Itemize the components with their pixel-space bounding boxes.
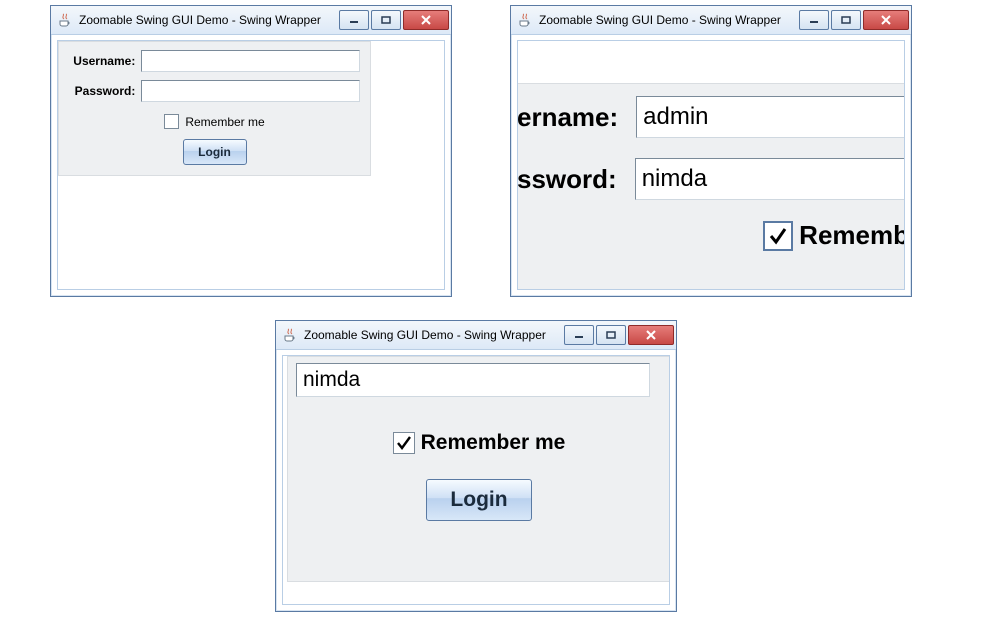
titlebar: Zoomable Swing GUI Demo - Swing Wrapper	[511, 6, 911, 35]
java-icon	[57, 12, 73, 28]
java-icon	[517, 12, 533, 28]
swing-window-2: Zoomable Swing GUI Demo - Swing Wrapper …	[510, 5, 912, 297]
password-field[interactable]	[296, 363, 650, 397]
minimize-button[interactable]	[564, 325, 594, 345]
remember-checkbox[interactable]: Remember me	[393, 431, 566, 455]
minimize-button[interactable]	[339, 10, 369, 30]
maximize-button[interactable]	[831, 10, 861, 30]
password-field[interactable]	[635, 158, 905, 200]
titlebar: Zoomable Swing GUI Demo - Swing Wrapper	[51, 6, 451, 35]
remember-label-clipped: Rememb	[799, 220, 905, 251]
username-field[interactable]	[636, 96, 905, 138]
login-button-label: Login	[450, 488, 507, 512]
window-buttons	[799, 10, 909, 30]
login-form-zoomed: ername: ssword: Rememb	[517, 83, 905, 290]
java-icon	[282, 327, 298, 343]
remember-checkbox[interactable]: Remember me	[164, 114, 264, 129]
remember-label: Remember me	[421, 431, 566, 455]
checkbox-icon	[393, 432, 415, 454]
client-area: Username: Password: Remember me Login	[57, 40, 445, 290]
login-button[interactable]: Login	[426, 479, 532, 521]
close-button[interactable]	[863, 10, 909, 30]
maximize-button[interactable]	[596, 325, 626, 345]
checkbox-icon	[763, 221, 793, 251]
username-label-clipped: ername:	[517, 102, 618, 133]
minimize-button[interactable]	[799, 10, 829, 30]
window-title: Zoomable Swing GUI Demo - Swing Wrapper	[79, 13, 321, 27]
password-field[interactable]	[141, 80, 360, 102]
password-label: Password:	[69, 84, 135, 98]
close-button[interactable]	[403, 10, 449, 30]
password-label-clipped: ssword:	[517, 164, 617, 195]
window-buttons	[339, 10, 449, 30]
close-button[interactable]	[628, 325, 674, 345]
login-button[interactable]: Login	[183, 139, 247, 165]
login-button-label: Login	[198, 145, 231, 159]
window-buttons	[564, 325, 674, 345]
username-label: Username:	[69, 54, 135, 68]
login-form: Username: Password: Remember me Login	[58, 41, 371, 176]
remember-checkbox[interactable]: Rememb	[763, 220, 905, 251]
remember-label: Remember me	[185, 115, 264, 129]
swing-window-1: Zoomable Swing GUI Demo - Swing Wrapper …	[50, 5, 452, 297]
titlebar: Zoomable Swing GUI Demo - Swing Wrapper	[276, 321, 676, 350]
client-area: ername: ssword: Rememb	[517, 40, 905, 290]
username-field[interactable]	[141, 50, 360, 72]
checkbox-icon	[164, 114, 179, 129]
client-area: Remember me Login	[282, 355, 670, 605]
maximize-button[interactable]	[371, 10, 401, 30]
swing-window-3: Zoomable Swing GUI Demo - Swing Wrapper …	[275, 320, 677, 612]
login-form-zoomed: Remember me Login	[287, 356, 670, 582]
window-title: Zoomable Swing GUI Demo - Swing Wrapper	[539, 13, 781, 27]
window-title: Zoomable Swing GUI Demo - Swing Wrapper	[304, 328, 546, 342]
